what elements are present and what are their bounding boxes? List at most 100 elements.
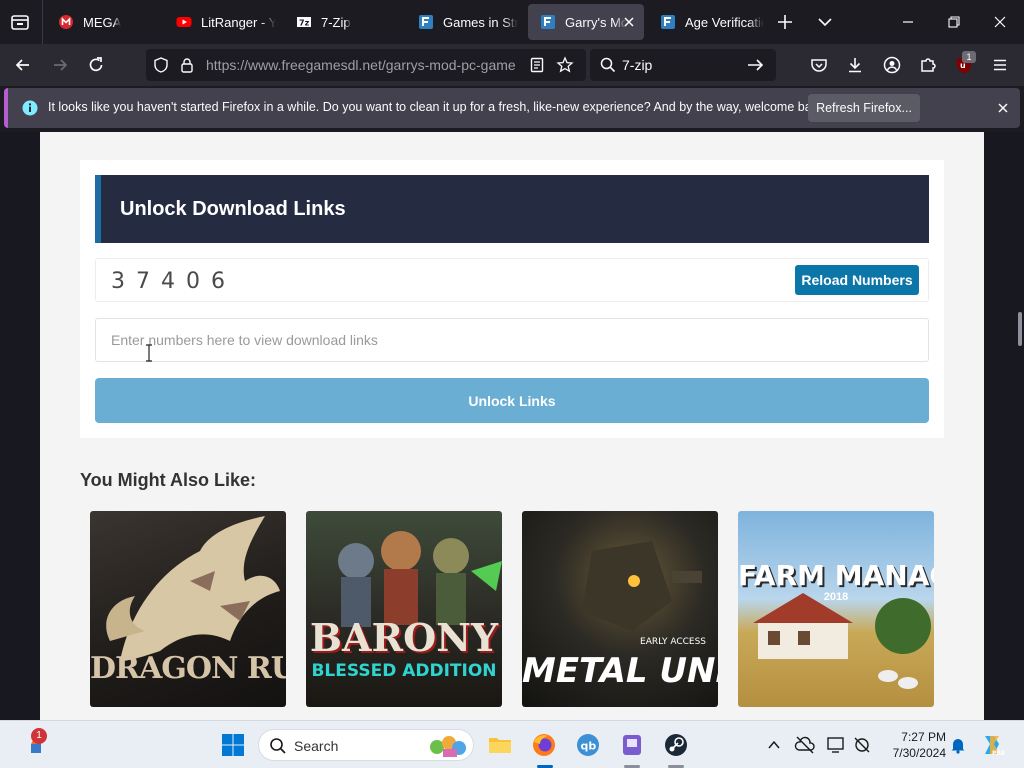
freegamesdl-icon: [540, 14, 556, 30]
notification-message: It looks like you haven't started Firefo…: [48, 100, 828, 114]
related-game-metal-unit[interactable]: EARLY ACCESS METAL UNIT: [522, 511, 718, 707]
farm-illustration: [753, 593, 931, 689]
close-notification-icon[interactable]: [996, 101, 1010, 120]
back-button[interactable]: [12, 54, 34, 76]
pocket-button[interactable]: [808, 54, 830, 76]
arrow-left-icon: [15, 59, 29, 71]
chevron-down-icon: [818, 18, 832, 27]
unlock-header: Unlock Download Links: [95, 175, 929, 243]
restore-window-button[interactable]: [946, 14, 962, 30]
clock-time: 7:27 PM: [901, 730, 946, 744]
windows-logo-icon: [222, 734, 244, 756]
search-bar[interactable]: 7-zip: [590, 49, 776, 81]
start-button[interactable]: [219, 731, 247, 759]
extensions-button[interactable]: [917, 54, 939, 76]
lock-icon[interactable]: [178, 56, 196, 79]
widgets-badge: 1: [31, 728, 47, 744]
search-go-icon[interactable]: [746, 56, 764, 79]
tab-title: 7-Zip: [321, 14, 351, 30]
captcha-digits: 37406: [111, 269, 236, 294]
minimize-window-button[interactable]: [900, 14, 916, 30]
tab-age-verification[interactable]: Age Verificatio: [648, 4, 764, 40]
tab-litranger[interactable]: LitRanger - Yo: [164, 4, 276, 40]
search-input[interactable]: 7-zip: [622, 57, 652, 73]
archive-app-button[interactable]: [618, 731, 646, 759]
taskbar-clock[interactable]: 7:27 PM 7/30/2024: [866, 729, 946, 761]
firefox-icon: [533, 734, 555, 756]
account-button[interactable]: [881, 54, 903, 76]
onedrive-button[interactable]: [791, 731, 819, 759]
hamburger-menu-icon: [994, 59, 1006, 71]
new-tab-button[interactable]: [775, 12, 795, 32]
search-icon: [269, 737, 287, 760]
tab-strip: MEGA LitRanger - Yo 7z 7-Zip Games in St…: [0, 0, 1024, 44]
search-highlight-icon: [425, 733, 469, 764]
tab-games-strategy[interactable]: Games in Strat: [406, 4, 518, 40]
refresh-firefox-button[interactable]: Refresh Firefox...: [808, 94, 920, 122]
forward-button[interactable]: [49, 54, 71, 76]
clock-date: 7/30/2024: [892, 746, 946, 760]
unlock-links-button[interactable]: Unlock Links: [95, 378, 929, 423]
tab-mega[interactable]: MEGA: [46, 4, 158, 40]
taskbar-search[interactable]: Search: [258, 729, 474, 761]
list-all-tabs-button[interactable]: [815, 12, 835, 32]
minimize-icon: [903, 21, 913, 23]
tab-title: MEGA: [83, 14, 122, 30]
chevron-up-icon: [768, 740, 780, 749]
qbittorrent-button[interactable]: qb: [574, 731, 602, 759]
pocket-icon: [811, 59, 827, 72]
display-button[interactable]: [822, 731, 850, 759]
text-cursor: [145, 344, 153, 362]
reload-icon: [89, 57, 103, 72]
show-hidden-icons-button[interactable]: [760, 731, 788, 759]
tab-7zip[interactable]: 7z 7-Zip: [284, 4, 396, 40]
app-menu-button[interactable]: [989, 54, 1011, 76]
puzzle-piece-icon: [921, 58, 936, 72]
steam-button[interactable]: [662, 731, 690, 759]
tab-title: Age Verificatio: [685, 14, 764, 30]
firefox-view-icon: [11, 15, 29, 30]
plus-icon: [778, 15, 792, 29]
game-year: 2018: [823, 591, 849, 603]
archive-app-icon: [623, 735, 641, 755]
url-text[interactable]: https://www.freegamesdl.net/garrys-mod-p…: [206, 57, 518, 73]
freegamesdl-icon: [418, 14, 434, 30]
related-game-farm-manager[interactable]: FARM MANAGER 2018: [738, 511, 934, 707]
game-subtitle: BLESSED ADDITION: [311, 661, 497, 681]
game-title: FARM MANAGER: [738, 559, 934, 592]
page-viewport: Unlock Download Links 37406 Reload Numbe…: [0, 132, 1024, 720]
early-access-tag: EARLY ACCESS: [640, 637, 706, 647]
close-icon: [994, 16, 1006, 28]
tab-title: LitRanger - Yo: [201, 14, 276, 30]
game-title: BARONY: [309, 615, 499, 660]
related-game-dragon-ruins[interactable]: DRAGON RUINS: [90, 511, 286, 707]
page-scrollbar-thumb[interactable]: [1018, 312, 1022, 346]
notifications-button[interactable]: [944, 731, 972, 759]
arrow-right-icon: [54, 59, 68, 71]
copilot-button[interactable]: PRE: [978, 731, 1006, 759]
copilot-icon: PRE: [985, 736, 1005, 757]
close-window-button[interactable]: [992, 14, 1008, 30]
reload-numbers-button[interactable]: Reload Numbers: [795, 265, 919, 295]
reload-page-button[interactable]: [85, 54, 107, 76]
reader-view-icon[interactable]: [528, 56, 546, 79]
tracking-protection-shield-icon[interactable]: [152, 56, 170, 79]
close-tab-icon[interactable]: [622, 15, 636, 29]
bookmark-star-icon[interactable]: [556, 56, 574, 79]
taskbar-search-label: Search: [294, 738, 339, 754]
game-title: METAL UNIT: [522, 651, 718, 691]
svg-text:7z: 7z: [299, 19, 310, 28]
downloads-button[interactable]: [844, 54, 866, 76]
address-bar[interactable]: https://www.freegamesdl.net/garrys-mod-p…: [146, 49, 586, 81]
firefox-view-button[interactable]: [8, 10, 32, 34]
tab-garrys-mod[interactable]: Garry's Mod: [528, 4, 644, 40]
file-explorer-button[interactable]: [486, 731, 514, 759]
extension-badge: 1: [962, 51, 976, 63]
firefox-taskbar-button[interactable]: [530, 731, 558, 759]
windows-taskbar: 1 Search qb 7:27 PM 7/30/2024 PRE: [0, 720, 1024, 768]
captcha-code-input[interactable]: [95, 318, 929, 362]
restore-icon: [948, 16, 960, 28]
unlock-heading: Unlock Download Links: [120, 198, 346, 220]
svg-text:PRE: PRE: [992, 750, 1005, 757]
related-game-barony[interactable]: BARONY BLESSED ADDITION: [306, 511, 502, 707]
